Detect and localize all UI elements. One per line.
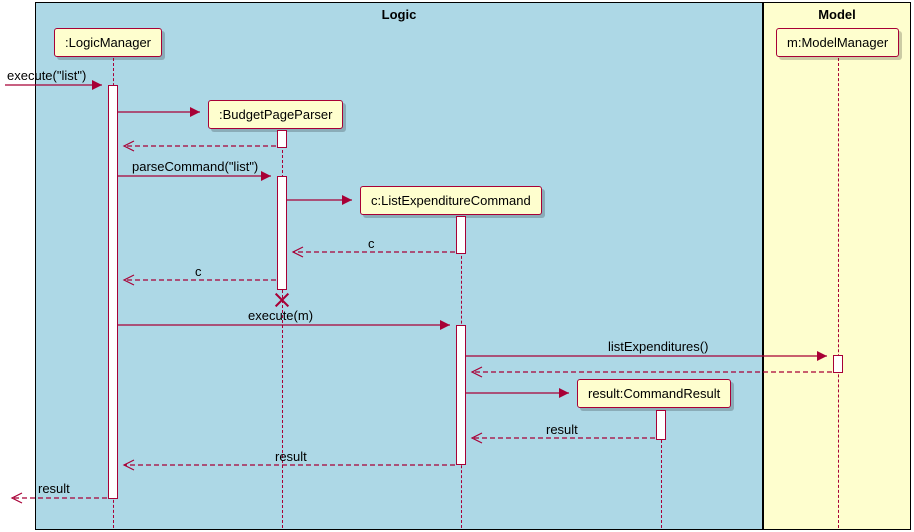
msg-return-c1: c [368, 236, 375, 251]
participant-commandresult: result:CommandResult [577, 379, 731, 408]
msg-return-result3: result [38, 481, 70, 496]
participant-budgetpageparser: :BudgetPageParser [208, 100, 343, 129]
region-logic: Logic [35, 2, 763, 530]
msg-listexpenditures: listExpenditures() [608, 339, 708, 354]
participant-listexpcommand: c:ListExpenditureCommand [360, 186, 542, 215]
activation-budgetpageparser-2 [277, 176, 287, 290]
activation-budgetpageparser-1 [277, 130, 287, 148]
activation-listexpcommand-2 [456, 325, 466, 465]
region-model-title: Model [764, 7, 910, 22]
region-model: Model [763, 2, 911, 530]
msg-return-result1: result [546, 422, 578, 437]
msg-execute-m: execute(m) [248, 308, 313, 323]
activation-logicmanager [108, 85, 118, 499]
msg-execute-list: execute("list") [7, 68, 86, 83]
region-logic-title: Logic [36, 7, 762, 22]
activation-modelmanager [833, 355, 843, 373]
msg-parsecommand-list: parseCommand("list") [132, 159, 258, 174]
msg-return-result2: result [275, 449, 307, 464]
participant-modelmanager: m:ModelManager [776, 28, 899, 57]
activation-commandresult [656, 410, 666, 440]
destroy-icon [273, 290, 291, 308]
activation-listexpcommand-1 [456, 216, 466, 254]
participant-logicmanager: :LogicManager [54, 28, 162, 57]
msg-return-c2: c [195, 264, 202, 279]
lifeline-modelmanager [838, 58, 839, 528]
